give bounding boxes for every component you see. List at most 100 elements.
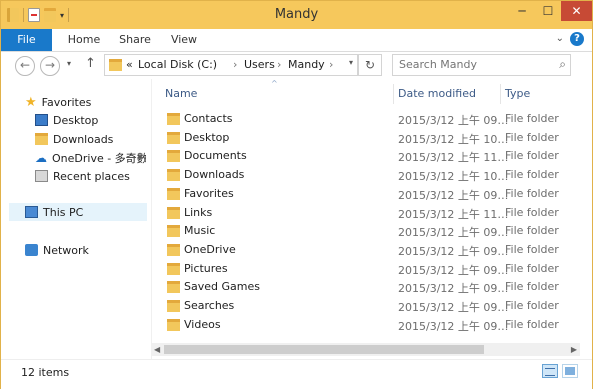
nav-recent-label: Recent places (53, 169, 130, 183)
column-header-date[interactable]: Date modified (398, 87, 476, 100)
forward-arrow-icon: → (44, 58, 56, 72)
column-separator[interactable] (500, 84, 501, 104)
breadcrumb-overflow[interactable]: « (126, 58, 133, 71)
breadcrumb-separator[interactable]: › (233, 58, 237, 71)
nav-onedrive[interactable]: ☁ OneDrive - 多奇數位 (35, 149, 146, 167)
folder-icon (167, 169, 180, 182)
nav-network[interactable]: Network (25, 241, 89, 259)
scrollbar-thumb[interactable] (164, 345, 484, 354)
tab-view[interactable]: View (161, 29, 207, 51)
search-box[interactable]: ⌕ (392, 54, 571, 76)
folder-icon (167, 113, 180, 125)
nav-desktop-label: Desktop (53, 113, 99, 127)
file-name: Favorites (184, 186, 234, 200)
file-date-modified: 2015/3/12 上午 09… (398, 226, 509, 240)
details-view-button[interactable] (542, 364, 558, 378)
file-name: Pictures (184, 261, 228, 275)
folder-icon (167, 131, 180, 144)
column-header-type[interactable]: Type (505, 87, 530, 100)
table-row[interactable]: Contacts 2015/3/12 上午 09… File folder (161, 110, 592, 128)
file-name: Searches (184, 299, 235, 312)
title-bar: ▾ Mandy ─ ☐ ✕ (1, 1, 592, 29)
status-bar: 12 items (1, 359, 592, 389)
close-icon: ✕ (571, 4, 582, 18)
file-name: Saved Games (184, 280, 260, 294)
file-type: File folder (505, 299, 559, 312)
scroll-left-icon[interactable]: ◀ (154, 343, 160, 356)
table-row[interactable]: Links 2015/3/12 上午 11… File folder (161, 204, 592, 222)
minimize-button[interactable]: ─ (509, 1, 535, 21)
ribbon-expand-icon[interactable]: ⌄ (556, 33, 564, 44)
table-row[interactable]: Favorites 2015/3/12 上午 09… File folder (161, 185, 592, 203)
close-button[interactable]: ✕ (561, 1, 592, 21)
nav-downloads[interactable]: Downloads (35, 130, 113, 148)
tab-share[interactable]: Share (111, 29, 159, 51)
column-header-name[interactable]: Name (165, 87, 197, 100)
file-type: File folder (505, 242, 559, 256)
up-arrow-icon[interactable]: ↑ (85, 56, 96, 71)
breadcrumb-separator[interactable]: › (329, 58, 333, 71)
file-type: File folder (505, 317, 559, 331)
table-row[interactable]: Music 2015/3/12 上午 09… File folder (161, 222, 592, 240)
item-count: 12 items (21, 366, 70, 379)
refresh-button[interactable]: ↻ (358, 54, 382, 76)
file-name: Links (184, 205, 213, 219)
breadcrumb-users[interactable]: Users (244, 58, 275, 71)
table-row[interactable]: Videos 2015/3/12 上午 09… File folder (161, 316, 592, 334)
file-type: File folder (505, 186, 559, 200)
ribbon-tabs: File Home Share View ⌄ ? (1, 29, 592, 52)
address-toolbar: ← → ▾ ↑ « Local Disk (C:) › Users › Mand… (1, 52, 592, 79)
address-dropdown-icon[interactable]: ▾ (349, 58, 353, 67)
file-name: Desktop (184, 130, 230, 144)
nav-recent-places[interactable]: Recent places (35, 167, 130, 185)
tab-file[interactable]: File (1, 29, 52, 51)
window-title: Mandy (274, 7, 319, 22)
tab-home[interactable]: Home (59, 29, 109, 51)
file-date-modified: 2015/3/12 上午 09… (398, 282, 509, 296)
large-icons-view-button[interactable] (562, 364, 578, 378)
folder-icon (167, 243, 180, 256)
table-row[interactable]: Searches 2015/3/12 上午 09… File folder (161, 297, 592, 315)
folder-icon (167, 318, 180, 331)
nav-network-label: Network (43, 243, 89, 257)
recent-locations-icon[interactable]: ▾ (67, 59, 71, 68)
table-row[interactable]: Documents 2015/3/12 上午 11… File folder (161, 147, 592, 165)
file-name: Documents (184, 149, 247, 163)
file-name: Contacts (184, 112, 233, 125)
help-icon[interactable]: ? (570, 32, 584, 46)
file-name: OneDrive (184, 242, 236, 256)
file-date-modified: 2015/3/12 上午 09… (398, 263, 509, 277)
table-row[interactable]: Downloads 2015/3/12 上午 10… File folder (161, 166, 592, 184)
explorer-window: ▾ Mandy ─ ☐ ✕ File Home Share View ⌄ ? ←… (0, 0, 593, 389)
breadcrumb-local-disk[interactable]: Local Disk (C:) (138, 58, 217, 71)
search-icon[interactable]: ⌕ (559, 57, 566, 72)
back-button[interactable]: ← (15, 56, 35, 76)
pane-divider[interactable] (151, 79, 152, 359)
file-date-modified: 2015/3/12 上午 09… (398, 301, 509, 314)
desktop-icon (35, 114, 48, 126)
nav-desktop[interactable]: Desktop (35, 111, 98, 129)
file-type: File folder (505, 149, 559, 163)
file-type: File folder (505, 130, 559, 144)
horizontal-scrollbar[interactable]: ◀ ▶ (151, 343, 580, 356)
scroll-right-icon[interactable]: ▶ (571, 343, 577, 356)
details-view-icon (545, 368, 555, 376)
file-type: File folder (505, 224, 559, 238)
large-icons-view-icon (565, 367, 575, 375)
file-date-modified: 2015/3/12 上午 09… (398, 114, 509, 127)
table-row[interactable]: Desktop 2015/3/12 上午 10… File folder (161, 129, 592, 147)
forward-button[interactable]: → (40, 56, 60, 76)
address-bar[interactable]: « Local Disk (C:) › Users › Mandy › ▾ (104, 54, 358, 76)
maximize-button[interactable]: ☐ (535, 1, 561, 21)
search-input[interactable] (399, 58, 549, 71)
table-row[interactable]: OneDrive 2015/3/12 上午 09… File folder (161, 241, 592, 259)
file-name: Downloads (184, 168, 245, 182)
column-separator[interactable] (393, 84, 394, 104)
nav-this-pc[interactable]: This PC (9, 203, 147, 221)
table-row[interactable]: Pictures 2015/3/12 上午 09… File folder (161, 260, 592, 278)
breadcrumb-mandy[interactable]: Mandy (288, 58, 325, 71)
computer-icon (25, 206, 38, 218)
table-row[interactable]: Saved Games 2015/3/12 上午 09… File folder (161, 278, 592, 296)
nav-favorites[interactable]: ★ Favorites (25, 93, 91, 111)
breadcrumb-separator[interactable]: › (277, 58, 281, 71)
